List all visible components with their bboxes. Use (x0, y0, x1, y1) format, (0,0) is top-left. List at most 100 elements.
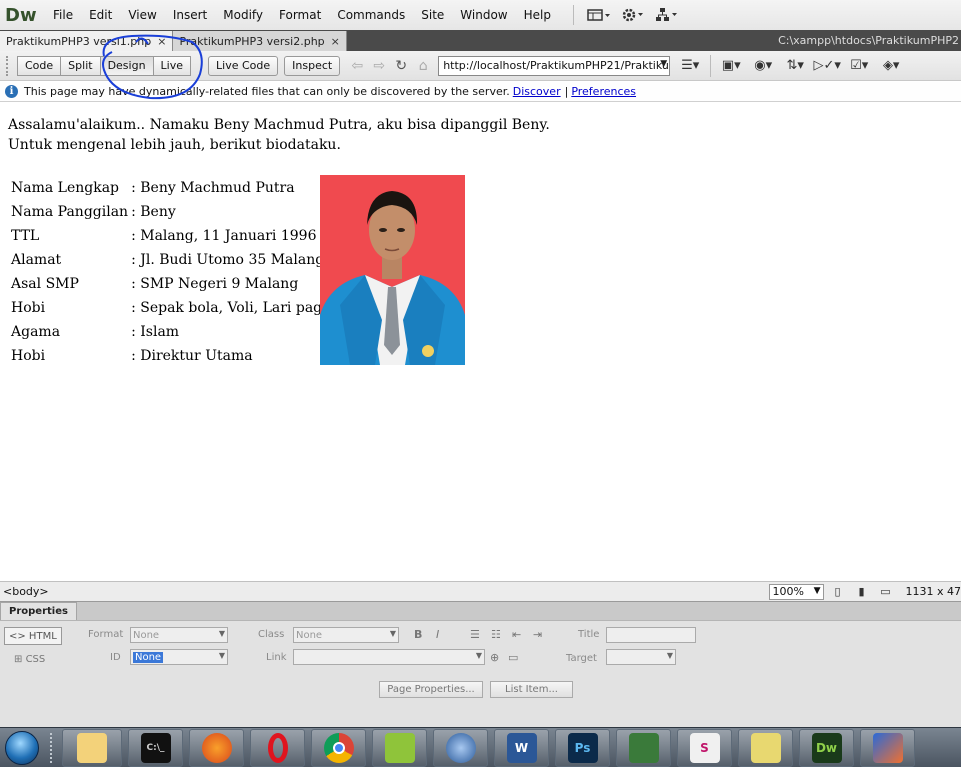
notepad-icon (384, 732, 415, 763)
start-button[interactable] (0, 728, 44, 767)
refresh-icon[interactable]: ↻ (390, 58, 412, 74)
desktop-size-icon[interactable]: ▭ (876, 585, 896, 598)
taskbar-photoshop[interactable]: Ps (555, 728, 610, 767)
menu-modify[interactable]: Modify (215, 0, 271, 30)
mobile-size-icon[interactable]: ▯ (828, 585, 848, 598)
split-view-button[interactable]: Split (60, 55, 100, 76)
browse-folder-icon[interactable]: ▭ (508, 651, 518, 664)
taskbar-explorer[interactable] (62, 728, 122, 767)
point-to-file-icon[interactable]: ⊕ (490, 651, 499, 664)
id-value: None (133, 651, 164, 663)
address-bar[interactable]: http://localhost/PraktikumPHP21/Praktiku… (438, 55, 671, 76)
taskbar-grip (50, 732, 56, 763)
tab-versi1[interactable]: PraktikumPHP3 versi1.php × (0, 31, 174, 51)
chrome-icon (323, 732, 354, 763)
toolbar-grip (6, 55, 10, 76)
page-properties-button[interactable]: Page Properties... (379, 681, 483, 698)
taskbar-firefox[interactable] (189, 728, 244, 767)
live-view-button[interactable]: Live (152, 55, 192, 76)
menu-edit[interactable]: Edit (81, 0, 120, 30)
url-text: http://localhost/PraktikumPHP21/Praktiku… (443, 59, 669, 72)
inspect-button[interactable]: Inspect (284, 55, 341, 76)
taskbar-opera[interactable] (250, 728, 305, 767)
zoom-select[interactable]: 100% ▼ (768, 583, 824, 600)
dreamweaver-window: Dw File Edit View Insert Modify Format C… (0, 0, 961, 767)
zoom-value: 100% (772, 585, 804, 598)
bold-button[interactable]: B (414, 628, 422, 641)
menu-help[interactable]: Help (516, 0, 559, 30)
check-browser-icon[interactable]: ☑▾ (843, 54, 875, 78)
forward-arrow-icon[interactable]: ⇨ (368, 58, 390, 74)
title-input[interactable] (606, 627, 696, 643)
preferences-link[interactable]: Preferences (571, 85, 636, 98)
taskbar-app[interactable]: S (677, 728, 732, 767)
menu-commands[interactable]: Commands (329, 0, 413, 30)
dropdown-arrow-icon[interactable]: ▼ (660, 59, 667, 69)
menu-insert[interactable]: Insert (165, 0, 215, 30)
chevron-down-icon: ▼ (218, 629, 225, 638)
class-select[interactable]: None ▼ (293, 627, 399, 643)
taskbar-chrome[interactable] (311, 728, 366, 767)
tab-versi2[interactable]: PraktikumPHP3 versi2.php × (173, 31, 347, 51)
id-select[interactable]: None ▼ (130, 649, 228, 665)
menu-file[interactable]: File (45, 0, 81, 30)
design-view[interactable]: Assalamu'alaikum.. Namaku Beny Machmud P… (0, 103, 961, 581)
taskbar-cmd[interactable]: C:\_ (128, 728, 183, 767)
code-view-button[interactable]: Code (17, 55, 61, 76)
tab-properties[interactable]: Properties (0, 602, 77, 620)
indent-icon[interactable]: ⇥ (533, 628, 542, 641)
tablet-size-icon[interactable]: ▮ (852, 585, 872, 598)
list-item-button[interactable]: List Item... (490, 681, 573, 698)
close-icon[interactable]: × (331, 35, 340, 48)
taskbar-app[interactable] (738, 728, 793, 767)
discover-link[interactable]: Discover (513, 85, 561, 98)
file-management-icon[interactable]: ☰▾ (674, 54, 706, 78)
multiscreen-icon[interactable]: ▣▾ (715, 54, 747, 78)
taskbar-app[interactable] (860, 728, 915, 767)
back-arrow-icon[interactable]: ⇦ (346, 58, 368, 74)
link-input[interactable]: ▼ (293, 649, 485, 665)
taskbar-dreamweaver[interactable]: Dw (799, 728, 854, 767)
profile-photo[interactable] (320, 175, 465, 365)
css-mode-button[interactable]: ⊞ CSS (10, 650, 49, 668)
close-icon[interactable]: × (157, 35, 166, 48)
link-label: Link (266, 652, 287, 663)
live-code-button[interactable]: Live Code (208, 55, 279, 76)
home-icon[interactable]: ⌂ (412, 58, 434, 74)
site-structure-icon[interactable] (650, 0, 684, 30)
photoshop-icon: Ps (567, 732, 598, 763)
gear-icon[interactable] (616, 0, 650, 30)
taskbar-notepad[interactable] (372, 728, 427, 767)
taskbar-word[interactable]: W (494, 728, 549, 767)
menu-window[interactable]: Window (452, 0, 515, 30)
greeting-line-2: Untuk mengenal lebih jauh, berikut bioda… (8, 137, 341, 153)
layout-icon[interactable] (582, 0, 616, 30)
file-transfer-icon[interactable]: ⇅▾ (779, 54, 811, 78)
greeting-text: Assalamu'alaikum.. Namaku Beny Machmud P… (8, 115, 550, 155)
format-select[interactable]: None ▼ (130, 627, 228, 643)
target-select[interactable]: ▼ (606, 649, 676, 665)
bio-label: Nama Lengkap (11, 180, 120, 196)
chevron-down-icon: ▼ (475, 651, 482, 660)
menu-format[interactable]: Format (271, 0, 329, 30)
outdent-icon[interactable]: ⇤ (512, 628, 521, 641)
app-icon: S (689, 732, 720, 763)
tag-selector[interactable]: <body> (3, 585, 49, 598)
table-row: TTL: Malang, 11 Januari 1996 (8, 224, 327, 248)
menu-view[interactable]: View (120, 0, 164, 30)
unordered-list-icon[interactable]: ☰ (470, 628, 480, 641)
greeting-line-1: Assalamu'alaikum.. Namaku Beny Machmud P… (8, 117, 550, 133)
bio-value: : Beny (131, 204, 176, 220)
ordered-list-icon[interactable]: ☷ (491, 628, 501, 641)
taskbar-app[interactable] (433, 728, 488, 767)
preview-browser-icon[interactable]: ◉▾ (747, 54, 779, 78)
visual-aids-icon[interactable]: ◈▾ (875, 54, 907, 78)
html-mode-button[interactable]: <> HTML (4, 627, 62, 645)
taskbar-app[interactable] (616, 728, 671, 767)
table-row: Nama Lengkap: Beny Machmud Putra (8, 176, 327, 200)
design-view-button[interactable]: Design (99, 55, 153, 76)
menu-site[interactable]: Site (413, 0, 452, 30)
italic-button[interactable]: I (436, 628, 439, 641)
window-dimensions: 1131 x 47 (905, 585, 961, 598)
w3c-validation-icon[interactable]: ▷✓▾ (811, 54, 843, 78)
